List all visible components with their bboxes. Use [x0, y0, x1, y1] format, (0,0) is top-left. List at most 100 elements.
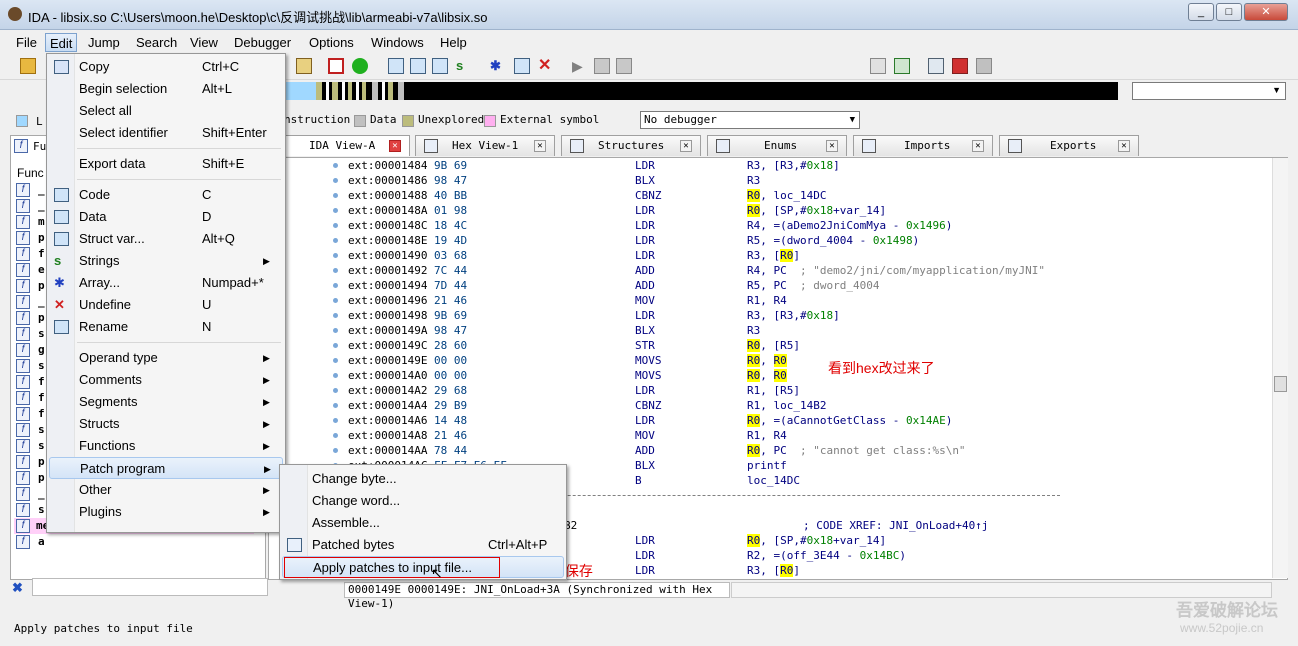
array-icon[interactable]: ✱: [490, 58, 506, 74]
tracing-icon[interactable]: [976, 58, 992, 74]
menu-item-segments[interactable]: Segments ▶: [49, 391, 283, 413]
submenu-arrow-icon: ▶: [263, 441, 270, 451]
output-input[interactable]: [32, 578, 268, 596]
vertical-scrollbar[interactable]: [1272, 158, 1288, 578]
function-row[interactable]: fa: [14, 534, 254, 550]
menu-windows[interactable]: Windows: [367, 33, 428, 52]
data-icon[interactable]: [410, 58, 426, 74]
code-line[interactable]: ext:000014A0 00 00 MOVS R0, R0: [348, 368, 787, 383]
close-tab-icon[interactable]: ✕: [680, 140, 692, 152]
open-folder-icon[interactable]: [20, 58, 36, 74]
code-line[interactable]: ext:0000148C 18 4C LDR R4, =(aDemo2JniComMy…: [348, 218, 952, 233]
menu-item-other[interactable]: Other ▶: [49, 479, 283, 501]
menu-item-change-word[interactable]: Change word...: [282, 490, 564, 512]
close-tab-icon[interactable]: ✕: [534, 140, 546, 152]
menu-item-patched-bytes[interactable]: Patched bytes Ctrl+Alt+P: [282, 534, 564, 556]
functions-column-header[interactable]: Func: [17, 166, 44, 180]
menu-item-functions[interactable]: Functions ▶: [49, 435, 283, 457]
green-circle-icon[interactable]: [352, 58, 368, 74]
code-line[interactable]: ext:0000149A 98 47 BLX R3: [348, 323, 760, 338]
minimize-button[interactable]: _: [1188, 3, 1214, 21]
maximize-button[interactable]: □: [1216, 3, 1242, 21]
close-tab-icon[interactable]: ✕: [972, 140, 984, 152]
menu-item-begin-selection[interactable]: Begin selection Alt+L: [49, 78, 283, 100]
code-line[interactable]: ext:0000149E 00 00 MOVS R0, R0: [348, 353, 787, 368]
code-line[interactable]: ext:00001488 40 BB CBNZ R0, loc_14DC: [348, 188, 826, 203]
menu-item-select-identifier[interactable]: Select identifier Shift+Enter: [49, 122, 283, 144]
menu-options[interactable]: Options: [305, 33, 358, 52]
tab-hex-view[interactable]: Hex View-1 ✕: [415, 135, 555, 156]
menu-search[interactable]: Search: [132, 33, 181, 52]
menu-item-code[interactable]: Code C: [49, 184, 283, 206]
script-icon[interactable]: [296, 58, 312, 74]
tab-ida-view-a[interactable]: IDA View-A ✕: [272, 135, 410, 156]
code-line[interactable]: ext:000014AA 78 44 ADD R0, PC ; "cannot get…: [348, 443, 966, 458]
menu-item-plugins[interactable]: Plugins ▶: [49, 501, 283, 523]
menu-item-data[interactable]: Data D: [49, 206, 283, 228]
menu-item-comments[interactable]: Comments ▶: [49, 369, 283, 391]
menu-item-patch-program[interactable]: Patch program ▶: [49, 457, 283, 479]
navigation-band[interactable]: [286, 82, 1118, 100]
tab-imports[interactable]: Imports ✕: [853, 135, 993, 156]
close-tab-icon[interactable]: ✕: [826, 140, 838, 152]
functions-tab-label[interactable]: Fu: [33, 140, 46, 153]
stop-icon[interactable]: [616, 58, 632, 74]
strings-icon[interactable]: s: [456, 58, 472, 74]
undefine-icon[interactable]: ✕: [538, 58, 554, 74]
close-output-icon[interactable]: ✖: [12, 580, 23, 596]
menu-item-undefine[interactable]: ✕ Undefine U: [49, 294, 283, 316]
code-line[interactable]: ext:0000148A 01 98 LDR R0, [SP,#0x18+var_14…: [348, 203, 886, 218]
scroll-thumb[interactable]: [1274, 376, 1287, 392]
close-tab-icon[interactable]: ✕: [1118, 140, 1130, 152]
code-line[interactable]: ext:000014A8 21 46 MOV R1, R4: [348, 428, 787, 443]
menu-item-strings[interactable]: s Strings ▶: [49, 250, 283, 272]
menu-item-rename[interactable]: Rename N: [49, 316, 283, 338]
menu-item-copy[interactable]: Copy Ctrl+C: [49, 56, 283, 78]
code-line[interactable]: ext:00001496 21 46 MOV R1, R4: [348, 293, 787, 308]
close-tab-icon[interactable]: ✕: [389, 140, 401, 152]
code-line[interactable]: ext:000014A2 29 68 LDR R1, [R5]: [348, 383, 800, 398]
code-icon[interactable]: [388, 58, 404, 74]
close-window-button[interactable]: ✕: [1244, 3, 1288, 21]
menu-item-array[interactable]: ✱ Array... Numpad+*: [49, 272, 283, 294]
menu-help[interactable]: Help: [436, 33, 471, 52]
struct-icon[interactable]: [432, 58, 448, 74]
code-line[interactable]: ext:0000149C 28 60 STR R0, [R5]: [348, 338, 800, 353]
menu-item-assemble[interactable]: Assemble...: [282, 512, 564, 534]
tab-exports[interactable]: Exports ✕: [999, 135, 1139, 156]
code-line[interactable]: ext:00001484 9B 69 LDR R3, [R3,#0x18]: [348, 158, 840, 173]
play-icon[interactable]: ▶: [572, 58, 588, 74]
code-line[interactable]: ext:00001492 7C 44 ADD R4, PC ; "demo2/jni/…: [348, 263, 1045, 278]
pause-icon[interactable]: [594, 58, 610, 74]
tab-structures[interactable]: Structures ✕: [561, 135, 701, 156]
list-icon[interactable]: [928, 58, 944, 74]
code-line[interactable]: ext:00001490 03 68 LDR R3, [R0]: [348, 248, 800, 263]
nav-band-segment: [348, 82, 352, 100]
menu-item-change-byte[interactable]: Change byte...: [282, 468, 564, 490]
menu-file[interactable]: File: [12, 33, 41, 52]
code-line[interactable]: ext:000014A4 29 B9 CBNZ R1, loc_14B2: [348, 398, 826, 413]
debugger-select[interactable]: No debugger ▼: [640, 111, 860, 129]
code-bytes: 00 00: [434, 369, 468, 382]
code-line[interactable]: ext:000014A6 14 48 LDR R0, =(aCannotGetClas…: [348, 413, 952, 428]
code-line[interactable]: ext:00001498 9B 69 LDR R3, [R3,#0x18]: [348, 308, 840, 323]
tab-enums[interactable]: Enums ✕: [707, 135, 847, 156]
menu-item-struct-var[interactable]: Struct var... Alt+Q: [49, 228, 283, 250]
menu-item-export-data[interactable]: Export data Shift+E: [49, 153, 283, 175]
triangle-icon[interactable]: [328, 58, 344, 74]
menu-debugger[interactable]: Debugger: [230, 33, 295, 52]
code-line[interactable]: ext:00001494 7D 44 ADD R5, PC ; dword_4004: [348, 278, 879, 293]
step-icon[interactable]: [894, 58, 910, 74]
segment-select[interactable]: ▼: [1132, 82, 1286, 100]
rename-icon[interactable]: [514, 58, 530, 74]
menu-item-operand-type[interactable]: Operand type ▶: [49, 347, 283, 369]
menu-item-structs[interactable]: Structs ▶: [49, 413, 283, 435]
menu-view[interactable]: View: [186, 33, 222, 52]
menu-edit[interactable]: Edit: [45, 33, 78, 52]
attach-icon[interactable]: [870, 58, 886, 74]
menu-item-select-all[interactable]: Select all: [49, 100, 283, 122]
breakpoint-icon[interactable]: [952, 58, 968, 74]
code-line[interactable]: ext:00001486 98 47 BLX R3: [348, 173, 760, 188]
code-line[interactable]: ext:0000148E 19 4D LDR R5, =(dword_4004 - 0…: [348, 233, 919, 248]
menu-jump[interactable]: Jump: [84, 33, 124, 52]
